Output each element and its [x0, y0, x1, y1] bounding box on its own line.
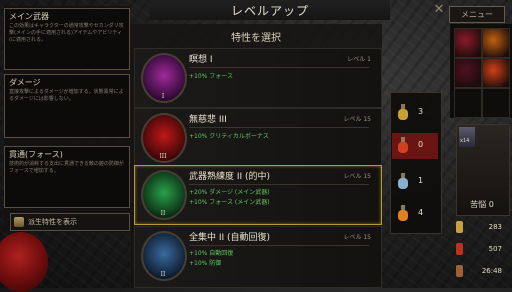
trait-effect: +10% フォース (メイン武器) [189, 199, 270, 206]
trait-select-header: 特性を選択 [231, 32, 281, 44]
trait-rank: II [160, 210, 166, 217]
trait-effect: +10% 自動回復 [189, 250, 234, 257]
stat-value: 26:48 [481, 267, 502, 275]
trait-card-ruthless[interactable]: III 無慈悲 III レベル 15 +10% クリティカルボーナス [134, 108, 382, 168]
stat-value: 507 [488, 245, 502, 253]
trait-level: レベル 15 [343, 234, 371, 241]
info-text: 技術的が消耗する支出に貫通できる敵の鎧の防御がフォースで増加する。 [9, 161, 124, 174]
trait-effect: +10% フォース [189, 73, 233, 80]
potion-slot[interactable]: 4 [392, 201, 438, 227]
time-stat: 26:48 [452, 262, 512, 280]
potion-bottle-icon [398, 104, 408, 120]
skill-slot[interactable] [482, 58, 510, 88]
trait-name: 無慈悲 III [189, 115, 227, 125]
coin-icon [456, 221, 463, 233]
skill-slot[interactable] [454, 28, 482, 58]
window-title: レベルアップ [150, 0, 390, 20]
affliction-value: 苦悩 0 [470, 200, 494, 209]
skill-slot-empty[interactable] [454, 88, 482, 118]
trait-rank: III [159, 153, 167, 160]
trait-name: 武器熟練度 II (的中) [189, 172, 271, 182]
info-text: この効果はキャラクターの通常攻撃やセカンダリ攻撃(メインの手に適用される)アイテ… [9, 23, 124, 43]
potion-bottle-icon [398, 205, 408, 221]
hourglass-icon [456, 265, 463, 277]
trait-name: 瞑想 I [189, 55, 213, 65]
divider [189, 127, 369, 128]
trait-effect: +10% クリティカルボーナス [189, 133, 269, 140]
divider [189, 184, 369, 185]
potion-count: 0 [418, 140, 424, 149]
potion-bottle-icon [398, 173, 408, 189]
potion-slot[interactable]: 0 [392, 133, 438, 159]
trait-name: 全集中 II (自動回復) [189, 233, 271, 243]
potion-count: 3 [418, 107, 424, 116]
trait-level: レベル 15 [343, 173, 371, 180]
divider [189, 245, 369, 246]
trait-level: レベル 1 [347, 56, 371, 63]
potion-bottle-icon [398, 137, 408, 153]
skill-slots [450, 24, 512, 118]
info-box-damage: ダメージ 直接攻撃によるダメージが増加する。状態異常によるダメージには影響しない… [4, 74, 130, 138]
scroll-icon [14, 217, 24, 227]
trait-rank: I [161, 93, 165, 100]
skill-slot[interactable] [482, 28, 510, 58]
skill-slot-empty[interactable] [482, 88, 510, 118]
menu-button[interactable]: メニュー [449, 6, 505, 23]
skill-slot[interactable] [454, 58, 482, 88]
potion-slot[interactable]: 3 [392, 100, 438, 126]
close-icon[interactable]: ✕ [432, 3, 446, 17]
info-title: ダメージ [9, 78, 41, 87]
potion-count: 4 [418, 208, 424, 217]
trait-effect: +20% ダメージ (メイン武器) [189, 189, 270, 196]
trait-card-meditation[interactable]: I 瞑想 I レベル 1 +10% フォース [134, 48, 382, 108]
info-title: メイン武器 [9, 12, 49, 21]
gold-stat: 283 [452, 218, 512, 236]
potion-slot[interactable]: 1 [392, 169, 438, 195]
stat-value: 283 [488, 223, 502, 231]
potion-count: 1 [418, 176, 424, 185]
show-derived-traits-button[interactable]: 派生特性を表示 [10, 213, 130, 231]
gem-icon [456, 243, 463, 255]
trait-effect: +10% 防御 [189, 260, 222, 267]
stack-count: x14 [460, 138, 470, 144]
info-box-force: 貫通(フォース) 技術的が消耗する支出に貫通できる敵の鎧の防御がフォースで増加す… [4, 146, 130, 208]
info-text: 直接攻撃によるダメージが増加する。状態異常によるダメージには影響しない。 [9, 89, 124, 102]
info-title: 貫通(フォース) [9, 150, 63, 159]
info-box-main-weapon: メイン武器 この効果はキャラクターの通常攻撃やセカンダリ攻撃(メインの手に適用さ… [4, 8, 130, 70]
trait-rank: II [160, 271, 166, 278]
trait-level: レベル 15 [343, 116, 371, 123]
show-derived-traits-label: 派生特性を表示 [28, 218, 77, 226]
trait-card-full-focus[interactable]: II 全集中 II (自動回復) レベル 15 +10% 自動回復 +10% 防… [134, 226, 382, 288]
resource-stat: 507 [452, 240, 512, 258]
character-portrait [459, 127, 475, 147]
trait-card-weapon-mastery[interactable]: II 武器熟練度 II (的中) レベル 15 +20% ダメージ (メイン武器… [134, 165, 382, 225]
divider [189, 67, 369, 68]
